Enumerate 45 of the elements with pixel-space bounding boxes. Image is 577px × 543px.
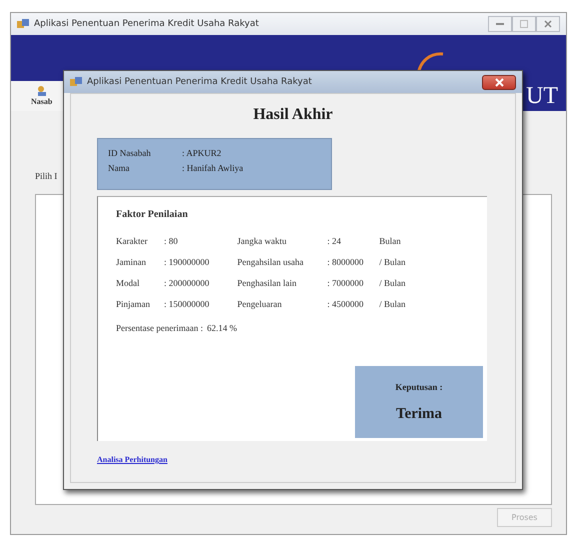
section-title: Faktor Penilaian [116,209,189,220]
percentage-label: Persentase penerimaan : [116,323,203,333]
factor-label: Penghasilan lain [237,278,298,289]
close-button[interactable] [482,74,516,90]
unit-label: / Bulan [379,278,406,289]
factor-value: : 80 [164,236,178,247]
decision-label: Keputusan : [395,382,443,392]
dialog-title: Aplikasi Penentuan Penerima Kredit Usaha Rakyat [87,77,312,87]
minimize-icon [496,22,504,26]
field-value: : Hanifah Awliya [182,163,244,173]
window-title: Aplikasi Penentuan Penerima Kredit Usaha Rakyat [34,19,259,29]
field-label: Nama [108,163,130,173]
decision-value: Terima [396,406,442,422]
factor-value: : 200000000 [164,278,210,289]
factor-value: : 8000000 [327,257,365,268]
factor-value: : 7000000 [327,278,365,289]
user-icon [36,85,48,97]
factor-label: Karakter [116,236,148,247]
nasabah-tab[interactable]: Nasab [11,81,54,111]
unit-label: / Bulan [379,299,406,310]
app-icon [17,18,29,30]
minimize-button[interactable] [488,16,512,32]
factor-value: : 190000000 [164,257,210,268]
percentage-value: 62.14 % [206,323,237,333]
factor-value: : 150000000 [164,299,210,310]
factor-label: Pengahsilan usaha [237,257,304,268]
unit-label: / Bulan [379,257,406,268]
factor-label: Modal [116,278,140,289]
app-icon [70,76,82,88]
close-icon [494,78,504,86]
unit-label: Bulan [379,236,401,247]
factor-label: Pengeluaran [237,299,283,310]
factor-label: Jaminan [116,257,147,268]
select-label: Pilih I [35,171,58,181]
factor-label: Pinjaman [116,299,151,310]
field-value: : APKUR2 [182,148,222,158]
analysis-link[interactable]: Analisa Perhitungan [97,455,168,464]
factor-value: : 24 [327,236,342,247]
dialog-heading: Hasil Akhir [252,106,334,124]
close-icon [544,20,552,28]
factor-label: Jangka waktu [237,236,288,247]
maximize-button[interactable] [512,16,536,32]
maximize-icon [520,20,528,28]
field-label: ID Nasabah [108,148,152,158]
factor-value: : 4500000 [327,299,365,310]
